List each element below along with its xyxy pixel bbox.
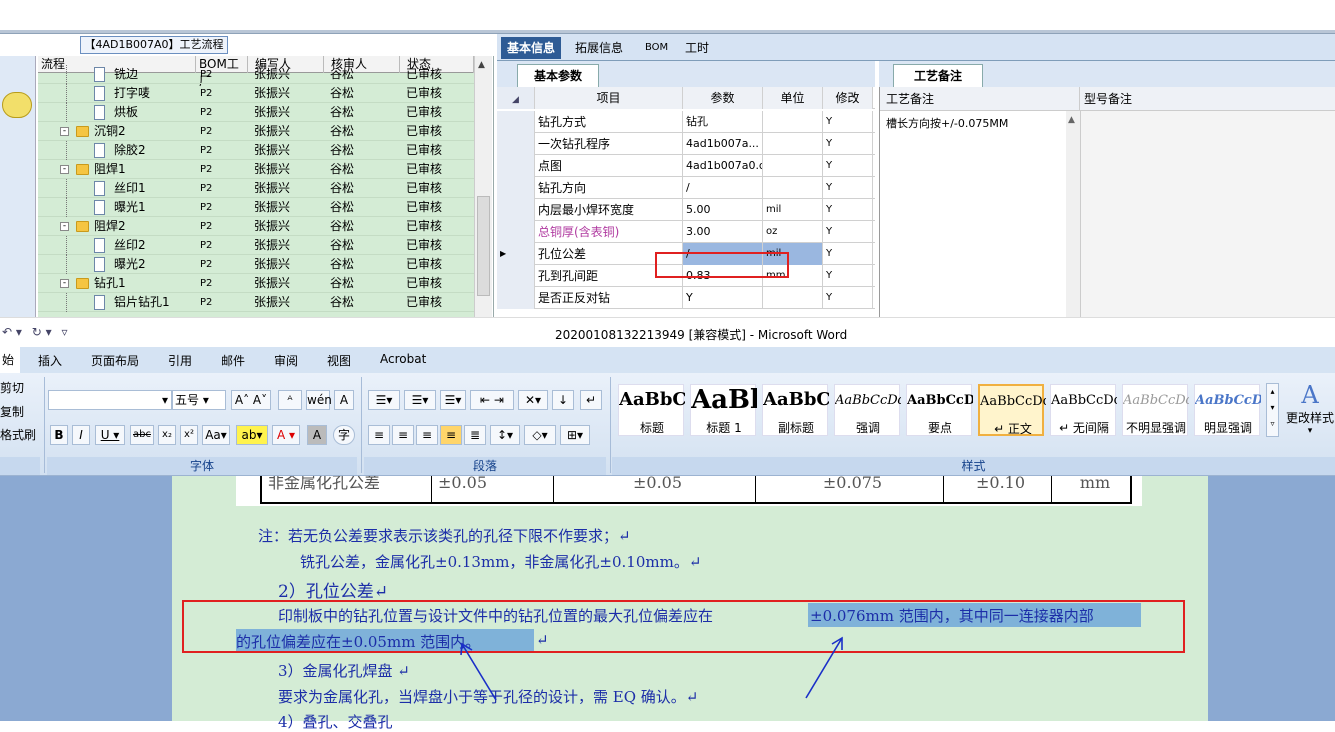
arrow-head-1: [460, 642, 473, 656]
annotation-arrow-2: [805, 637, 843, 699]
annotation-arrows: [460, 636, 843, 701]
arrow-head-2: [831, 636, 843, 650]
annotation-arrow-1: [461, 643, 497, 701]
